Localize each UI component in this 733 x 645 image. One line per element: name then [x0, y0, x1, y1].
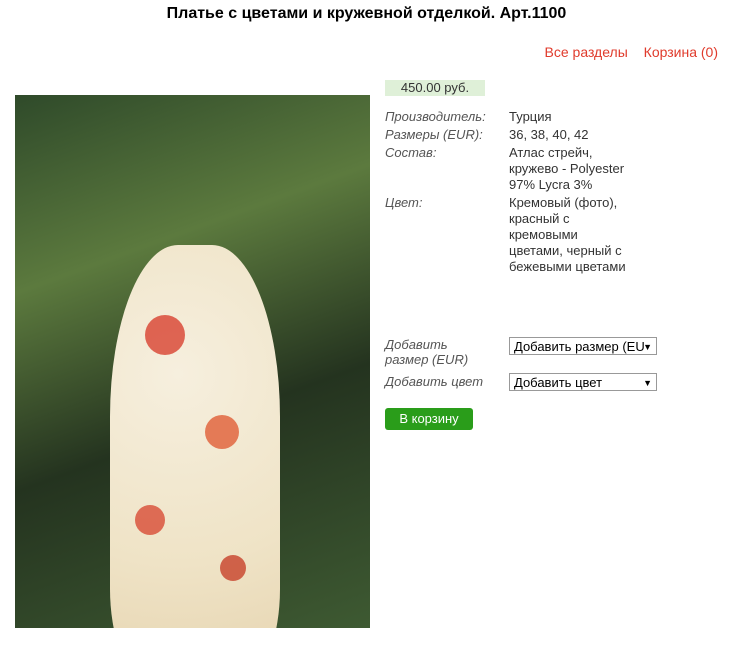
add-to-cart-button[interactable]: В корзину — [385, 408, 473, 430]
spec-label: Состав: — [385, 145, 437, 160]
color-select[interactable]: Добавить цвет ▼ — [509, 373, 657, 391]
spec-value: Кремовый (фото), красный с кремовыми цве… — [509, 195, 626, 274]
flower-decoration — [135, 505, 165, 535]
product-photo[interactable] — [15, 95, 370, 628]
top-navigation: Все разделы Корзина (0) — [533, 44, 718, 60]
size-select[interactable]: Добавить размер (EU ▼ — [509, 337, 657, 355]
product-title: Платье с цветами и кружевной отделкой. А… — [166, 5, 567, 22]
chevron-down-icon: ▼ — [643, 342, 652, 352]
cart-link[interactable]: Корзина (0) — [644, 44, 718, 60]
dress-shape — [110, 245, 280, 628]
spec-label: Цвет: — [385, 195, 423, 210]
spec-value: 36, 38, 40, 42 — [509, 127, 589, 142]
spec-value: Атлас стрейч, кружево - Polyester 97% Ly… — [509, 145, 625, 192]
add-size-label: Добавить размер (EUR) — [385, 337, 469, 367]
product-specs-table: Производитель: Турция Размеры (EUR): 36,… — [383, 108, 636, 276]
color-select-value: Добавить цвет — [514, 375, 603, 390]
size-select-value: Добавить размер (EU — [514, 339, 645, 354]
spec-row: Производитель: Турция — [383, 108, 636, 126]
spec-row: Цвет: Кремовый (фото), красный с кремовы… — [383, 194, 636, 276]
add-color-label: Добавить цвет — [385, 374, 484, 389]
flower-decoration — [220, 555, 246, 581]
spec-row: Состав: Атлас стрейч, кружево - Polyeste… — [383, 144, 636, 194]
product-price: 450.00 руб. — [385, 80, 485, 96]
spec-value: Турция — [509, 109, 552, 124]
all-sections-link[interactable]: Все разделы — [545, 44, 628, 60]
spec-label: Производитель: — [385, 109, 486, 124]
flower-decoration — [145, 315, 185, 355]
chevron-down-icon: ▼ — [643, 378, 652, 388]
spec-row: Размеры (EUR): 36, 38, 40, 42 — [383, 126, 636, 144]
spec-label: Размеры (EUR): — [385, 127, 483, 142]
flower-decoration — [205, 415, 239, 449]
